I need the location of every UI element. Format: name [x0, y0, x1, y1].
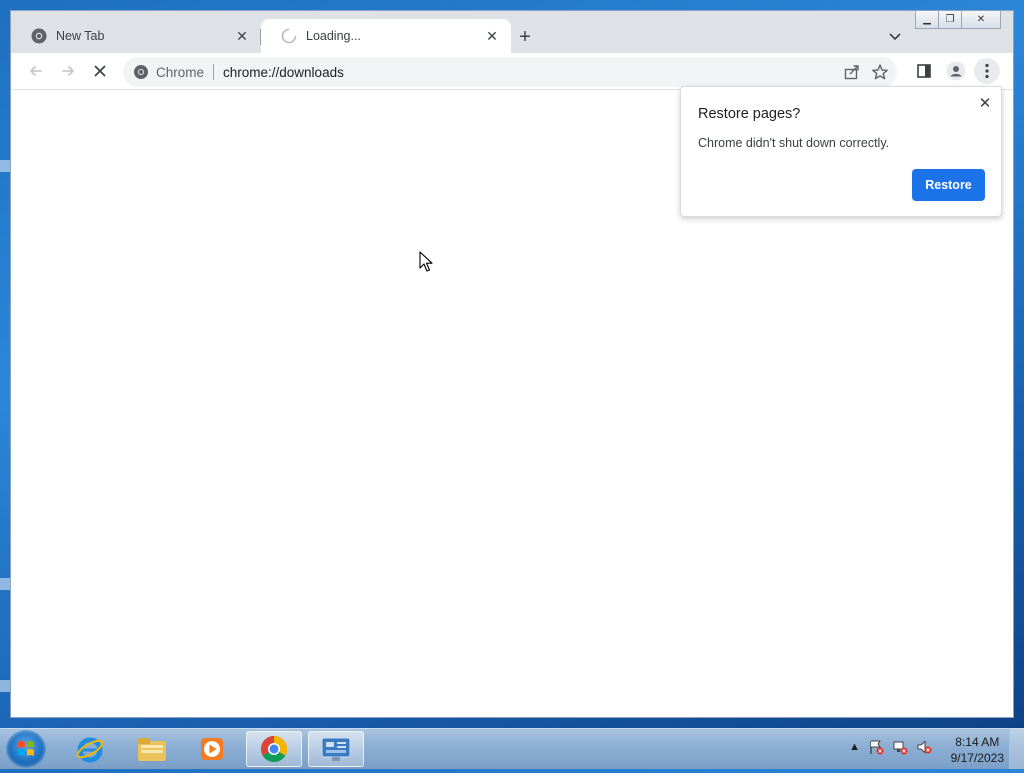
tab-strip: New Tab ✕ Loading... ✕ +: [11, 11, 1013, 53]
tab-new-tab[interactable]: New Tab ✕: [11, 19, 261, 53]
desktop-icon-edge: [0, 680, 10, 692]
address-bar[interactable]: Chrome chrome://downloads: [123, 57, 897, 87]
show-hidden-icons-icon[interactable]: ▲: [849, 741, 860, 753]
omnibox-divider: [213, 64, 215, 80]
bubble-close-button[interactable]: ✕: [977, 95, 993, 112]
tab-title: Loading...: [306, 29, 361, 43]
side-panel-button[interactable]: [911, 58, 937, 84]
clock-date: 9/17/2023: [950, 751, 1004, 765]
tab-title: New Tab: [56, 29, 105, 43]
mouse-cursor-icon: [419, 251, 433, 272]
close-icon: [94, 65, 106, 77]
folder-icon: [138, 738, 166, 761]
restore-pages-bubble: Restore pages? Chrome didn't shut down c…: [680, 86, 1002, 217]
restore-button[interactable]: Restore: [912, 169, 985, 201]
forward-button[interactable]: [55, 58, 81, 84]
arrow-left-icon: [29, 65, 42, 77]
chrome-icon: [134, 65, 148, 79]
start-button[interactable]: [6, 730, 46, 768]
arrow-right-icon: [62, 65, 75, 77]
more-vertical-icon: [985, 63, 989, 79]
volume-muted-icon[interactable]: [916, 739, 932, 755]
toolbar: Chrome chrome://downloads: [11, 53, 1013, 90]
taskbar-chrome[interactable]: [246, 731, 302, 767]
control-panel-icon: [321, 737, 351, 761]
clock-time: 8:14 AM: [955, 735, 1000, 749]
tab-close-button[interactable]: ✕: [483, 27, 501, 45]
desktop-icon-edge: [0, 160, 10, 172]
taskbar-clock[interactable]: 8:14 AM 9/17/2023: [951, 734, 1004, 766]
new-tab-button[interactable]: +: [513, 25, 537, 49]
chrome-icon: [31, 28, 47, 44]
taskbar-internet-explorer[interactable]: [62, 731, 118, 767]
internet-explorer-icon: [76, 737, 104, 763]
bubble-title: Restore pages?: [698, 106, 801, 122]
tab-loading[interactable]: Loading... ✕: [261, 19, 511, 53]
bookmark-star-icon[interactable]: [871, 63, 889, 81]
chevron-down-icon: [889, 33, 901, 41]
side-panel-icon: [917, 64, 931, 78]
bubble-message: Chrome didn't shut down correctly.: [698, 136, 890, 150]
site-chip: Chrome: [156, 64, 205, 80]
browser-window: ▁ ❐ ✕ New Tab ✕ Loading... ✕ + Chrome ch…: [10, 10, 1014, 718]
profile-button[interactable]: [943, 58, 969, 84]
avatar-icon: [946, 61, 966, 81]
desktop-icon-edge: [0, 578, 10, 590]
tab-search-button[interactable]: [883, 25, 907, 49]
taskbar-file-explorer[interactable]: [124, 731, 180, 767]
menu-button[interactable]: [974, 58, 1000, 84]
action-center-flag-icon[interactable]: [868, 739, 884, 755]
url-text: chrome://downloads: [223, 64, 344, 80]
back-button[interactable]: [23, 58, 49, 84]
omnibox-actions: [843, 63, 889, 81]
show-desktop-button[interactable]: [1009, 729, 1024, 769]
taskbar-control-panel[interactable]: [308, 731, 364, 767]
system-tray: ▲: [849, 739, 932, 755]
network-icon[interactable]: [892, 739, 908, 755]
taskbar-media-player[interactable]: [184, 731, 240, 767]
media-player-icon: [201, 738, 223, 760]
share-icon[interactable]: [843, 63, 861, 81]
stop-button[interactable]: [87, 58, 113, 84]
taskbar: ▲ 8:14 AM 9/17/2023: [0, 728, 1024, 769]
windows-logo-icon: [18, 741, 34, 756]
tab-close-button[interactable]: ✕: [233, 27, 251, 45]
loading-spinner-icon: [281, 28, 297, 44]
chrome-logo-icon: [260, 735, 288, 763]
